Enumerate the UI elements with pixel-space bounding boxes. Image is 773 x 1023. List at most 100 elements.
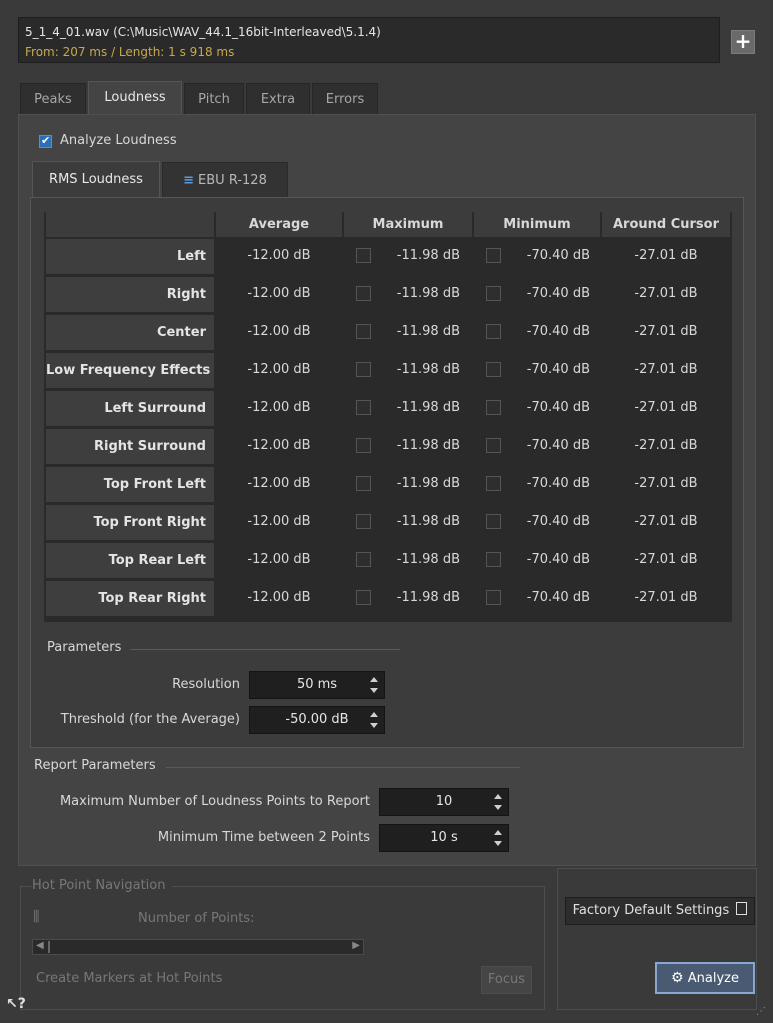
column-header-maximum: Maximum <box>344 212 472 237</box>
cell-maximum: -11.98 dB <box>396 400 460 415</box>
min-time-spinbox[interactable]: 10 s <box>379 824 509 852</box>
maximum-checkbox[interactable] <box>356 552 371 567</box>
column-header-average: Average <box>216 212 342 237</box>
number-of-points-label: Number of Points: <box>138 911 255 926</box>
cell-minimum: -70.40 dB <box>526 286 590 301</box>
tab-extra[interactable]: Extra <box>246 83 310 115</box>
cell-around-cursor: -27.01 dB <box>634 248 698 263</box>
minimum-checkbox[interactable] <box>486 590 501 605</box>
cell-around-cursor: -27.01 dB <box>634 438 698 453</box>
cell-around-cursor: -27.01 dB <box>634 514 698 529</box>
cell-maximum: -11.98 dB <box>396 248 460 263</box>
slider-handle[interactable] <box>48 941 50 953</box>
maximum-checkbox[interactable] <box>356 400 371 415</box>
parameters-title: Parameters <box>47 640 122 655</box>
row-label: Left Surround <box>46 390 214 426</box>
analyze-button[interactable]: ⚙ Analyze <box>655 962 755 994</box>
row-label: Left <box>46 238 214 274</box>
report-divider <box>166 767 520 768</box>
help-mark: ? <box>17 996 26 1012</box>
hot-point-slider[interactable]: ◀ ▶ <box>32 939 364 955</box>
maximum-checkbox[interactable] <box>356 514 371 529</box>
document-icon <box>736 902 748 915</box>
cell-maximum: -11.98 dB <box>396 438 460 453</box>
analyze-label: Analyze <box>687 971 739 986</box>
threshold-label: Threshold (for the Average) <box>60 712 240 727</box>
add-button[interactable]: + <box>731 30 755 54</box>
minimum-checkbox[interactable] <box>486 400 501 415</box>
cell-around-cursor: -27.01 dB <box>634 400 698 415</box>
parameters-divider <box>130 649 400 650</box>
cell-maximum: -11.98 dB <box>396 590 460 605</box>
analyze-loudness-label: Analyze Loudness <box>60 133 177 148</box>
maximum-checkbox[interactable] <box>356 438 371 453</box>
column-header-around-cursor: Around Cursor <box>602 212 730 237</box>
threshold-spinbox[interactable]: -50.00 dB <box>249 706 385 734</box>
subtab-rms-loudness[interactable]: RMS Loudness <box>32 161 160 199</box>
analyze-loudness-checkbox[interactable] <box>39 134 52 148</box>
tab-errors[interactable]: Errors <box>312 83 378 115</box>
maximum-checkbox[interactable] <box>356 590 371 605</box>
cell-around-cursor: -27.01 dB <box>634 362 698 377</box>
cell-maximum: -11.98 dB <box>396 552 460 567</box>
subtab-ebu-label: EBU R-128 <box>198 173 267 188</box>
minimum-checkbox[interactable] <box>486 438 501 453</box>
table-corner <box>46 212 214 237</box>
cell-maximum: -11.98 dB <box>396 476 460 491</box>
cell-minimum: -70.40 dB <box>526 552 590 567</box>
tab-pitch[interactable]: Pitch <box>184 83 244 115</box>
file-range: From: 207 ms / Length: 1 s 918 ms <box>25 45 235 59</box>
resolution-value: 50 ms <box>296 677 338 692</box>
column-header-minimum: Minimum <box>474 212 600 237</box>
cell-minimum: -70.40 dB <box>526 362 590 377</box>
cell-average: -12.00 dB <box>247 248 311 263</box>
resolution-label: Resolution <box>172 677 240 692</box>
file-name: 5_1_4_01.wav (C:\Music\WAV_44.1_16bit-In… <box>25 25 381 39</box>
max-points-label: Maximum Number of Loudness Points to Rep… <box>59 794 370 809</box>
maximum-checkbox[interactable] <box>356 248 371 263</box>
cell-average: -12.00 dB <box>247 514 311 529</box>
minimum-checkbox[interactable] <box>486 362 501 377</box>
slider-right-arrow-icon[interactable]: ▶ <box>352 940 360 951</box>
cell-average: -12.00 dB <box>247 590 311 605</box>
row-label: Top Rear Right <box>46 580 214 616</box>
tab-loudness[interactable]: Loudness <box>88 81 182 116</box>
row-label: Top Front Left <box>46 466 214 502</box>
row-label: Right Surround <box>46 428 214 464</box>
minimum-checkbox[interactable] <box>486 552 501 567</box>
subtab-ebu-r128[interactable]: ≡ EBU R-128 <box>162 162 288 198</box>
maximum-checkbox[interactable] <box>356 362 371 377</box>
create-markers-label[interactable]: Create Markers at Hot Points <box>36 971 222 986</box>
maximum-checkbox[interactable] <box>356 286 371 301</box>
cell-around-cursor: -27.01 dB <box>634 552 698 567</box>
row-label: Top Front Right <box>46 504 214 540</box>
tab-peaks[interactable]: Peaks <box>20 83 86 115</box>
maximum-checkbox[interactable] <box>356 324 371 339</box>
maximum-checkbox[interactable] <box>356 476 371 491</box>
factory-default-button[interactable]: Factory Default Settings <box>565 897 755 925</box>
spinner-arrows-icon[interactable] <box>370 677 378 693</box>
max-points-spinbox[interactable]: 10 <box>379 788 509 816</box>
cell-average: -12.00 dB <box>247 362 311 377</box>
spinner-arrows-icon[interactable] <box>370 712 378 728</box>
minimum-checkbox[interactable] <box>486 514 501 529</box>
resize-grip-icon[interactable]: ⋰ <box>756 1006 768 1018</box>
hot-point-title: Hot Point Navigation <box>32 878 172 893</box>
minimum-checkbox[interactable] <box>486 476 501 491</box>
slider-left-arrow-icon[interactable]: ◀ <box>36 940 44 951</box>
spinner-arrows-icon[interactable] <box>494 830 502 846</box>
focus-button[interactable]: Focus <box>481 966 532 994</box>
cell-average: -12.00 dB <box>247 552 311 567</box>
minimum-checkbox[interactable] <box>486 324 501 339</box>
min-time-value: 10 s <box>430 830 458 845</box>
cell-average: -12.00 dB <box>247 438 311 453</box>
cell-average: -12.00 dB <box>247 324 311 339</box>
resolution-spinbox[interactable]: 50 ms <box>249 671 385 699</box>
factory-default-label: Factory Default Settings <box>572 903 730 918</box>
help-pointer-icon[interactable]: ↖? <box>6 996 26 1012</box>
minimum-checkbox[interactable] <box>486 286 501 301</box>
minimum-checkbox[interactable] <box>486 248 501 263</box>
cell-minimum: -70.40 dB <box>526 248 590 263</box>
spinner-arrows-icon[interactable] <box>494 794 502 810</box>
cell-minimum: -70.40 dB <box>526 438 590 453</box>
